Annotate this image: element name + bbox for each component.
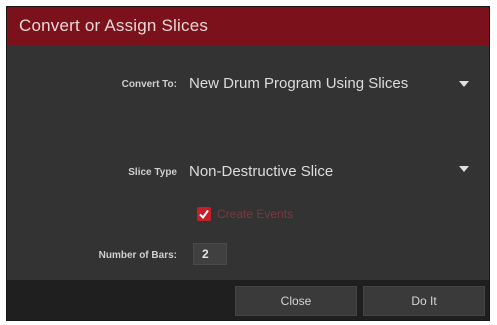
convert-assign-slices-dialog: Convert or Assign Slices Convert To: New… bbox=[6, 6, 490, 321]
convert-to-dropdown[interactable]: New Drum Program Using Slices bbox=[187, 70, 477, 98]
convert-to-label: Convert To: bbox=[121, 79, 177, 90]
number-of-bars-label: Number of Bars: bbox=[98, 250, 177, 261]
dialog-title: Convert or Assign Slices bbox=[7, 7, 489, 45]
dialog-footer: Close Do It bbox=[7, 280, 489, 320]
number-of-bars-input[interactable]: 2 bbox=[193, 243, 227, 265]
slice-type-value: Non-Destructive Slice bbox=[189, 163, 334, 180]
close-button[interactable]: Close bbox=[235, 286, 357, 316]
slice-type-label: Slice Type bbox=[128, 167, 177, 178]
dialog-body: Convert To: New Drum Program Using Slice… bbox=[7, 45, 489, 280]
checkmark-icon bbox=[199, 209, 209, 220]
dropdown-arrow-icon bbox=[459, 81, 469, 87]
do-it-button[interactable]: Do It bbox=[363, 286, 485, 316]
dropdown-arrow-icon bbox=[459, 166, 469, 172]
create-events-checkbox[interactable] bbox=[197, 207, 211, 221]
convert-to-value: New Drum Program Using Slices bbox=[189, 75, 409, 92]
create-events-label: Create Events bbox=[217, 207, 294, 221]
slice-type-dropdown[interactable]: Non-Destructive Slice bbox=[187, 158, 477, 186]
